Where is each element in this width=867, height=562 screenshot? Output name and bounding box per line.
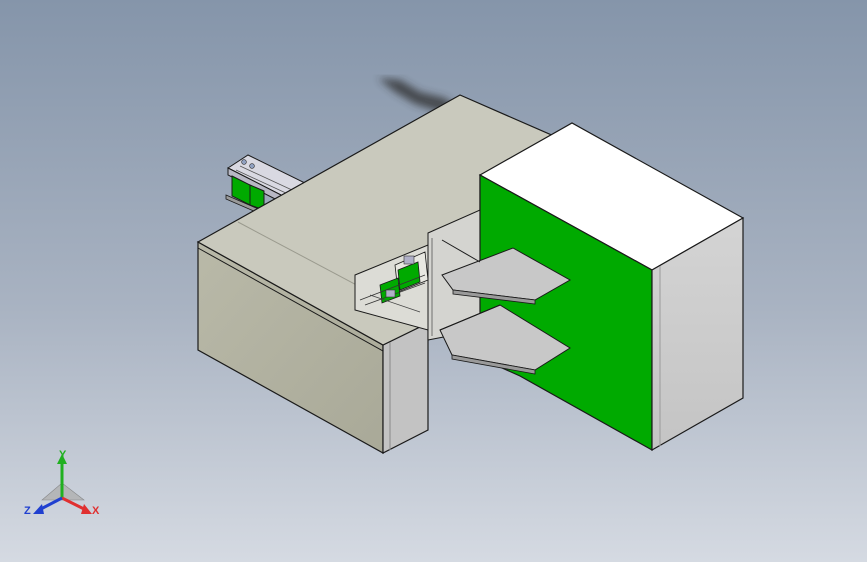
- y-axis-label: Y: [59, 449, 67, 461]
- x-axis-label: X: [92, 505, 100, 517]
- z-axis-arrowhead: [33, 504, 44, 514]
- x-axis-arrowhead: [81, 504, 92, 514]
- z-axis-label: Z: [24, 505, 31, 517]
- view-orientation-triad[interactable]: Y X Z: [22, 448, 112, 528]
- graphics-viewport[interactable]: Y X Z: [0, 0, 867, 562]
- 3d-model-view[interactable]: [0, 0, 867, 562]
